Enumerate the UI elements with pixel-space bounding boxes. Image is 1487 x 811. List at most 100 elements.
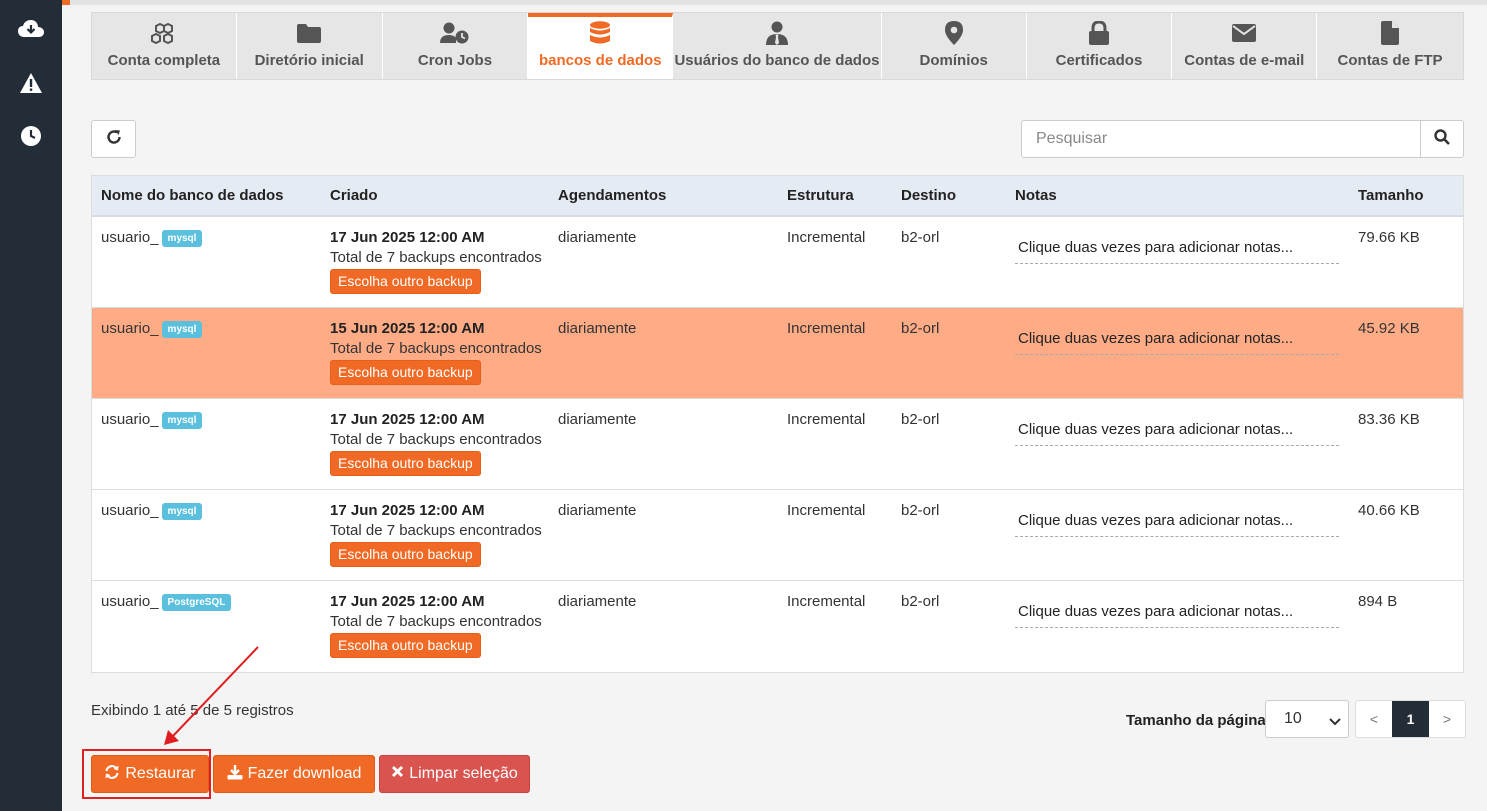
accent-strip: [62, 0, 70, 5]
database-name: usuario_: [101, 502, 159, 519]
backup-date: 17 Jun 2025 12:00 AM: [330, 502, 485, 519]
cubes-icon: [150, 20, 177, 46]
database-name: usuario_: [101, 411, 159, 428]
header-database-name[interactable]: Nome do banco de dados: [92, 176, 321, 215]
table-row[interactable]: usuario_ mysql 17 Jun 2025 12:00 AM Total …: [92, 399, 1463, 490]
backup-count: Total de 7 backups encontrados: [330, 249, 542, 266]
top-border: [62, 0, 1487, 5]
sidebar: [0, 0, 62, 811]
tab-domains[interactable]: Domínios: [882, 13, 1027, 79]
page-1-button[interactable]: 1: [1392, 701, 1429, 737]
download-label: Fazer download: [247, 765, 362, 782]
structure-cell: Incremental: [787, 320, 866, 337]
backup-date: 17 Jun 2025 12:00 AM: [330, 229, 485, 246]
search-icon: [1434, 128, 1450, 150]
notes-field[interactable]: Clique duas vezes para adicionar notas..…: [1015, 238, 1339, 264]
tab-email-accounts[interactable]: Contas de e-mail: [1172, 13, 1318, 79]
page-size-select[interactable]: 10: [1265, 700, 1349, 738]
structure-cell: Incremental: [787, 593, 866, 610]
download-icon: [227, 764, 248, 785]
backup-count: Total de 7 backups encontrados: [330, 522, 542, 539]
header-destination[interactable]: Destino: [892, 176, 1006, 215]
db-type-badge: mysql: [161, 412, 203, 429]
schedule-cell: diariamente: [558, 593, 637, 610]
tab-database-users[interactable]: Usuários do banco de dados: [673, 13, 882, 79]
schedule-cell: diariamente: [558, 320, 637, 337]
backup-count: Total de 7 backups encontrados: [330, 431, 542, 448]
choose-backup-button[interactable]: Escolha outro backup: [330, 269, 481, 294]
refresh-icon: [106, 129, 122, 150]
notes-field[interactable]: Clique duas vezes para adicionar notas..…: [1015, 602, 1339, 628]
size-cell: 83.36 KB: [1358, 411, 1420, 428]
size-cell: 45.92 KB: [1358, 320, 1420, 337]
user-clock-icon: [439, 20, 470, 46]
schedule-cell: diariamente: [558, 229, 637, 246]
db-type-badge: PostgreSQL: [161, 594, 232, 611]
database-name: usuario_: [101, 229, 159, 246]
choose-backup-button[interactable]: Escolha outro backup: [330, 360, 481, 385]
db-type-badge: mysql: [161, 503, 203, 520]
warning-icon[interactable]: [18, 71, 44, 95]
backup-date: 17 Jun 2025 12:00 AM: [330, 593, 485, 610]
header-created[interactable]: Criado: [321, 176, 549, 215]
cloud-download-icon[interactable]: [18, 17, 44, 41]
next-page-button[interactable]: >: [1429, 701, 1465, 737]
backup-count: Total de 7 backups encontrados: [330, 340, 542, 357]
search-button[interactable]: [1420, 120, 1464, 158]
highlight-box: [82, 749, 211, 799]
refresh-button[interactable]: [91, 120, 136, 158]
tab-certificates[interactable]: Certificados: [1027, 13, 1173, 79]
search-box: [1021, 120, 1464, 158]
destination-cell: b2-orl: [901, 411, 940, 428]
clear-label: Limpar seleção: [409, 765, 518, 782]
tab-home-directory[interactable]: Diretório inicial: [237, 13, 383, 79]
map-marker-icon: [944, 20, 963, 46]
database-name: usuario_: [101, 593, 159, 610]
backup-type-tabs: Conta completa Diretório inicial Cron Jo…: [91, 12, 1464, 80]
database-name: usuario_: [101, 320, 159, 337]
size-cell: 40.66 KB: [1358, 502, 1420, 519]
table-row[interactable]: usuario_ PostgreSQL 17 Jun 2025 12:00 AM T…: [92, 581, 1463, 672]
table-row[interactable]: usuario_ mysql 17 Jun 2025 12:00 AM Total …: [92, 490, 1463, 581]
backup-date: 15 Jun 2025 12:00 AM: [330, 320, 485, 337]
table-row-selected[interactable]: usuario_ mysql 15 Jun 2025 12:00 AM Total …: [92, 308, 1463, 399]
tab-full-account[interactable]: Conta completa: [92, 13, 237, 79]
page-size-value: 10: [1284, 710, 1302, 727]
header-size[interactable]: Tamanho: [1349, 176, 1463, 215]
header-structure[interactable]: Estrutura: [778, 176, 892, 215]
tab-databases[interactable]: bancos de dados: [528, 13, 674, 79]
destination-cell: b2-orl: [901, 502, 940, 519]
folder-icon: [297, 20, 322, 46]
clear-selection-button[interactable]: Limpar seleção: [379, 755, 530, 793]
search-input[interactable]: [1021, 120, 1420, 158]
structure-cell: Incremental: [787, 502, 866, 519]
backup-date: 17 Jun 2025 12:00 AM: [330, 411, 485, 428]
prev-page-button[interactable]: <: [1356, 701, 1392, 737]
backup-count: Total de 7 backups encontrados: [330, 613, 542, 630]
clock-icon[interactable]: [18, 124, 44, 148]
schedule-cell: diariamente: [558, 411, 637, 428]
header-notes[interactable]: Notas: [1006, 176, 1349, 215]
tab-ftp-accounts[interactable]: Contas de FTP: [1317, 13, 1463, 79]
notes-field[interactable]: Clique duas vezes para adicionar notas..…: [1015, 329, 1339, 355]
close-icon: [391, 765, 409, 783]
notes-field[interactable]: Clique duas vezes para adicionar notas..…: [1015, 511, 1339, 537]
destination-cell: b2-orl: [901, 229, 940, 246]
db-type-badge: mysql: [161, 230, 203, 247]
notes-field[interactable]: Clique duas vezes para adicionar notas..…: [1015, 420, 1339, 446]
database-icon: [590, 20, 611, 46]
pagination: < 1 >: [1355, 700, 1466, 738]
table-header: Nome do banco de dados Criado Agendament…: [92, 176, 1463, 217]
page-size-label: Tamanho da página: [1126, 712, 1266, 729]
choose-backup-button[interactable]: Escolha outro backup: [330, 542, 481, 567]
db-type-badge: mysql: [161, 321, 203, 338]
lock-icon: [1088, 20, 1109, 46]
tab-cron-jobs[interactable]: Cron Jobs: [383, 13, 529, 79]
choose-backup-button[interactable]: Escolha outro backup: [330, 633, 481, 658]
size-cell: 894 B: [1358, 593, 1398, 610]
download-button[interactable]: Fazer download: [213, 755, 375, 793]
header-schedules[interactable]: Agendamentos: [549, 176, 778, 215]
choose-backup-button[interactable]: Escolha outro backup: [330, 451, 481, 476]
file-icon: [1381, 20, 1400, 46]
table-row[interactable]: usuario_ mysql 17 Jun 2025 12:00 AM Total …: [92, 217, 1463, 308]
